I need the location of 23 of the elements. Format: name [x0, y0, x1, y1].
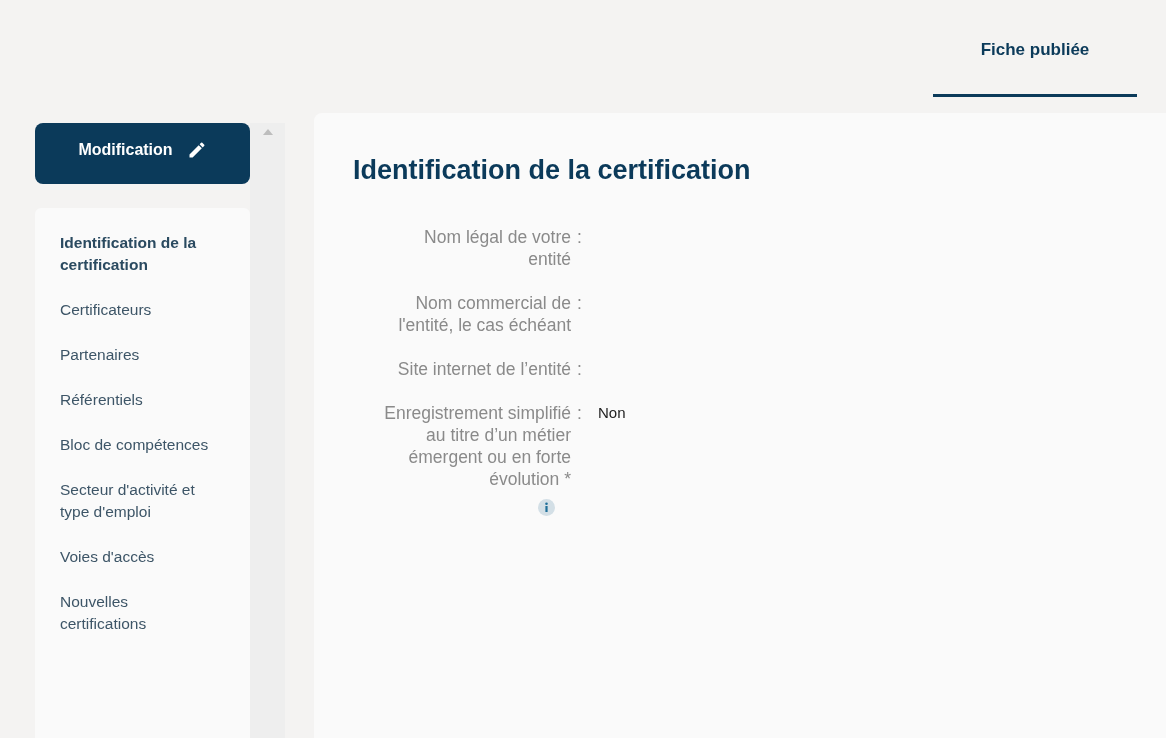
colon: :	[577, 402, 583, 424]
field-label: Enregistrement simplifié au titre d’un métier émergent ou en forte évolution *	[383, 402, 571, 490]
info-icon[interactable]	[538, 499, 555, 516]
sidebar-item[interactable]: Certificateurs	[60, 299, 210, 321]
sidebar-item[interactable]: Voies d'accès	[60, 546, 210, 568]
scrollbar[interactable]	[250, 123, 285, 738]
colon: :	[577, 226, 583, 248]
tab[interactable]: Fiche publiée	[933, 0, 1137, 97]
colon: :	[577, 358, 583, 380]
field-label: Nom légal de votre entité	[423, 226, 571, 270]
field-label: Site internet de l’entité	[397, 358, 571, 380]
field-label: Nom commercial de l'entité, le cas échéant	[397, 292, 571, 336]
scroll-up-icon[interactable]	[262, 129, 273, 135]
sidebar-item[interactable]: Partenaires	[60, 344, 210, 366]
sidebar-item[interactable]: Identification de la certification	[60, 232, 210, 276]
sidebar-item[interactable]: Bloc de compétences	[60, 434, 210, 456]
sidebar-item[interactable]: Référentiels	[60, 389, 210, 411]
sidebar-item[interactable]: Nouvelles certifications	[60, 591, 210, 635]
edit-button[interactable]: Modification	[35, 123, 250, 184]
section-title: Identification de la certification	[353, 155, 752, 186]
field-value: Non	[598, 403, 626, 423]
colon: :	[577, 292, 583, 314]
sidebar-item[interactable]: Secteur d'activité et type d'emploi	[60, 479, 210, 523]
